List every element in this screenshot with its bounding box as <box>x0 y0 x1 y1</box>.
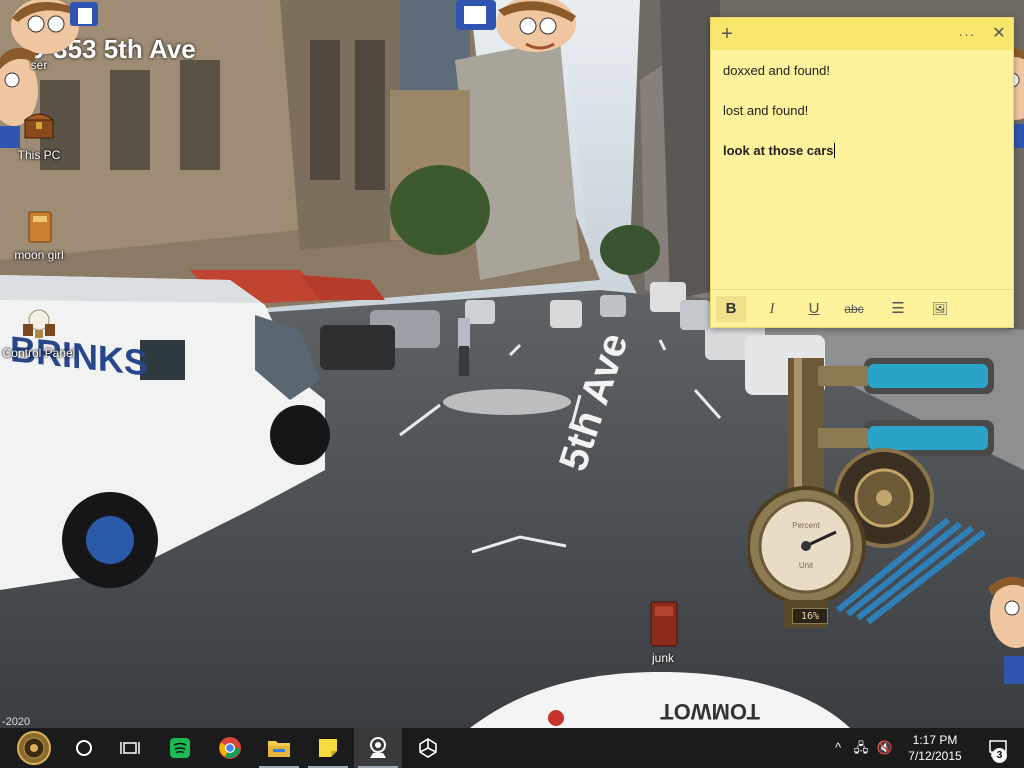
unity-icon <box>419 738 437 758</box>
chrome-icon <box>219 737 241 759</box>
desktop-icon-control-panel[interactable]: Control Panel <box>0 306 78 360</box>
folder-icon <box>28 211 52 243</box>
clock-time: 1:17 PM <box>912 733 958 747</box>
sticky-note-text-area[interactable]: doxxed and found! lost and found! look a… <box>711 50 1013 196</box>
underline-button[interactable]: U <box>799 296 829 322</box>
gauge-percent-readout: 16% <box>792 608 828 624</box>
taskbar-app[interactable] <box>354 728 402 768</box>
show-hidden-icons-chevron[interactable]: ^ <box>829 740 847 756</box>
taskbar-unity[interactable] <box>404 728 452 768</box>
note-line: lost and found! <box>723 103 809 118</box>
taskbar-spotify[interactable] <box>156 728 204 768</box>
pin-icon <box>370 737 386 758</box>
cortana-button[interactable] <box>60 728 108 768</box>
gauge-label-bottom: Unit <box>799 561 814 570</box>
strikethrough-button[interactable]: abc <box>839 296 869 322</box>
menu-button[interactable]: ··· <box>955 22 979 46</box>
circle-icon <box>76 740 92 756</box>
gauge-graphic: Percent Unit <box>746 358 994 628</box>
chest-icon <box>23 113 55 139</box>
desktop-icon-junk[interactable]: junk <box>628 600 698 665</box>
task-view-button[interactable] <box>106 728 154 768</box>
cartoon-face-top-center <box>456 0 576 52</box>
desktop-icon-moon-girl[interactable]: moon girl <box>0 208 78 262</box>
taskbar: ^ 🖧 🔇 1:17 PM 7/12/2015 3 <box>0 728 1024 768</box>
folder-icon <box>650 601 678 647</box>
text-caret <box>833 143 835 158</box>
insert-image-button[interactable]: 🖼 <box>925 296 955 322</box>
notification-count-badge: 3 <box>992 748 1007 763</box>
bold-button[interactable]: B <box>716 296 746 322</box>
desktop-icon-label: This PC <box>17 148 61 162</box>
format-toolbar: B I U abc ☰ 🖼 <box>711 289 1013 327</box>
bullet-list-button[interactable]: ☰ <box>883 296 913 322</box>
close-note-button[interactable]: ✕ <box>987 22 1011 46</box>
italic-button[interactable]: I <box>757 296 787 322</box>
desktop-icon-this-pc[interactable]: This PC <box>0 108 78 162</box>
desktop-icon-browser[interactable]: ser <box>0 58 78 72</box>
taskbar-sticky-notes[interactable] <box>304 728 352 768</box>
desktop-icon-label: moon girl <box>14 248 64 262</box>
desktop-icon-label: ser <box>30 58 48 72</box>
clock-date: 7/12/2015 <box>908 749 962 763</box>
lightbulb-icon <box>23 309 55 338</box>
network-icon[interactable]: 🖧 <box>852 740 870 756</box>
desktop-icon-label: Control Panel <box>2 346 76 360</box>
folder-icon <box>268 741 290 757</box>
sticky-notes-icon <box>319 739 337 757</box>
note-line-bold: look at those cars <box>723 143 834 158</box>
spotify-icon <box>170 738 190 758</box>
add-note-button[interactable]: + <box>715 22 739 46</box>
steampunk-start-icon <box>17 731 51 765</box>
desktop-icon-label: junk <box>651 651 674 665</box>
taskbar-clock[interactable]: 1:17 PM 7/12/2015 <box>898 732 972 764</box>
sticky-note-window[interactable]: + ··· ✕ doxxed and found! lost and found… <box>710 17 1014 328</box>
steampunk-gauge-widget[interactable]: Percent Unit 16% <box>746 348 1000 648</box>
sticky-note-header[interactable]: + ··· ✕ <box>711 18 1013 50</box>
taskbar-file-explorer[interactable] <box>255 728 303 768</box>
start-button[interactable] <box>8 728 60 768</box>
car-logo-text: TOMWOT <box>660 699 760 724</box>
wallpaper-corner-text: -2020 <box>2 716 31 728</box>
gauge-label-top: Percent <box>792 521 820 530</box>
task-view-icon <box>120 742 140 754</box>
volume-muted-icon[interactable]: 🔇 <box>876 740 894 756</box>
taskbar-chrome[interactable] <box>206 728 254 768</box>
note-line: doxxed and found! <box>723 63 830 78</box>
